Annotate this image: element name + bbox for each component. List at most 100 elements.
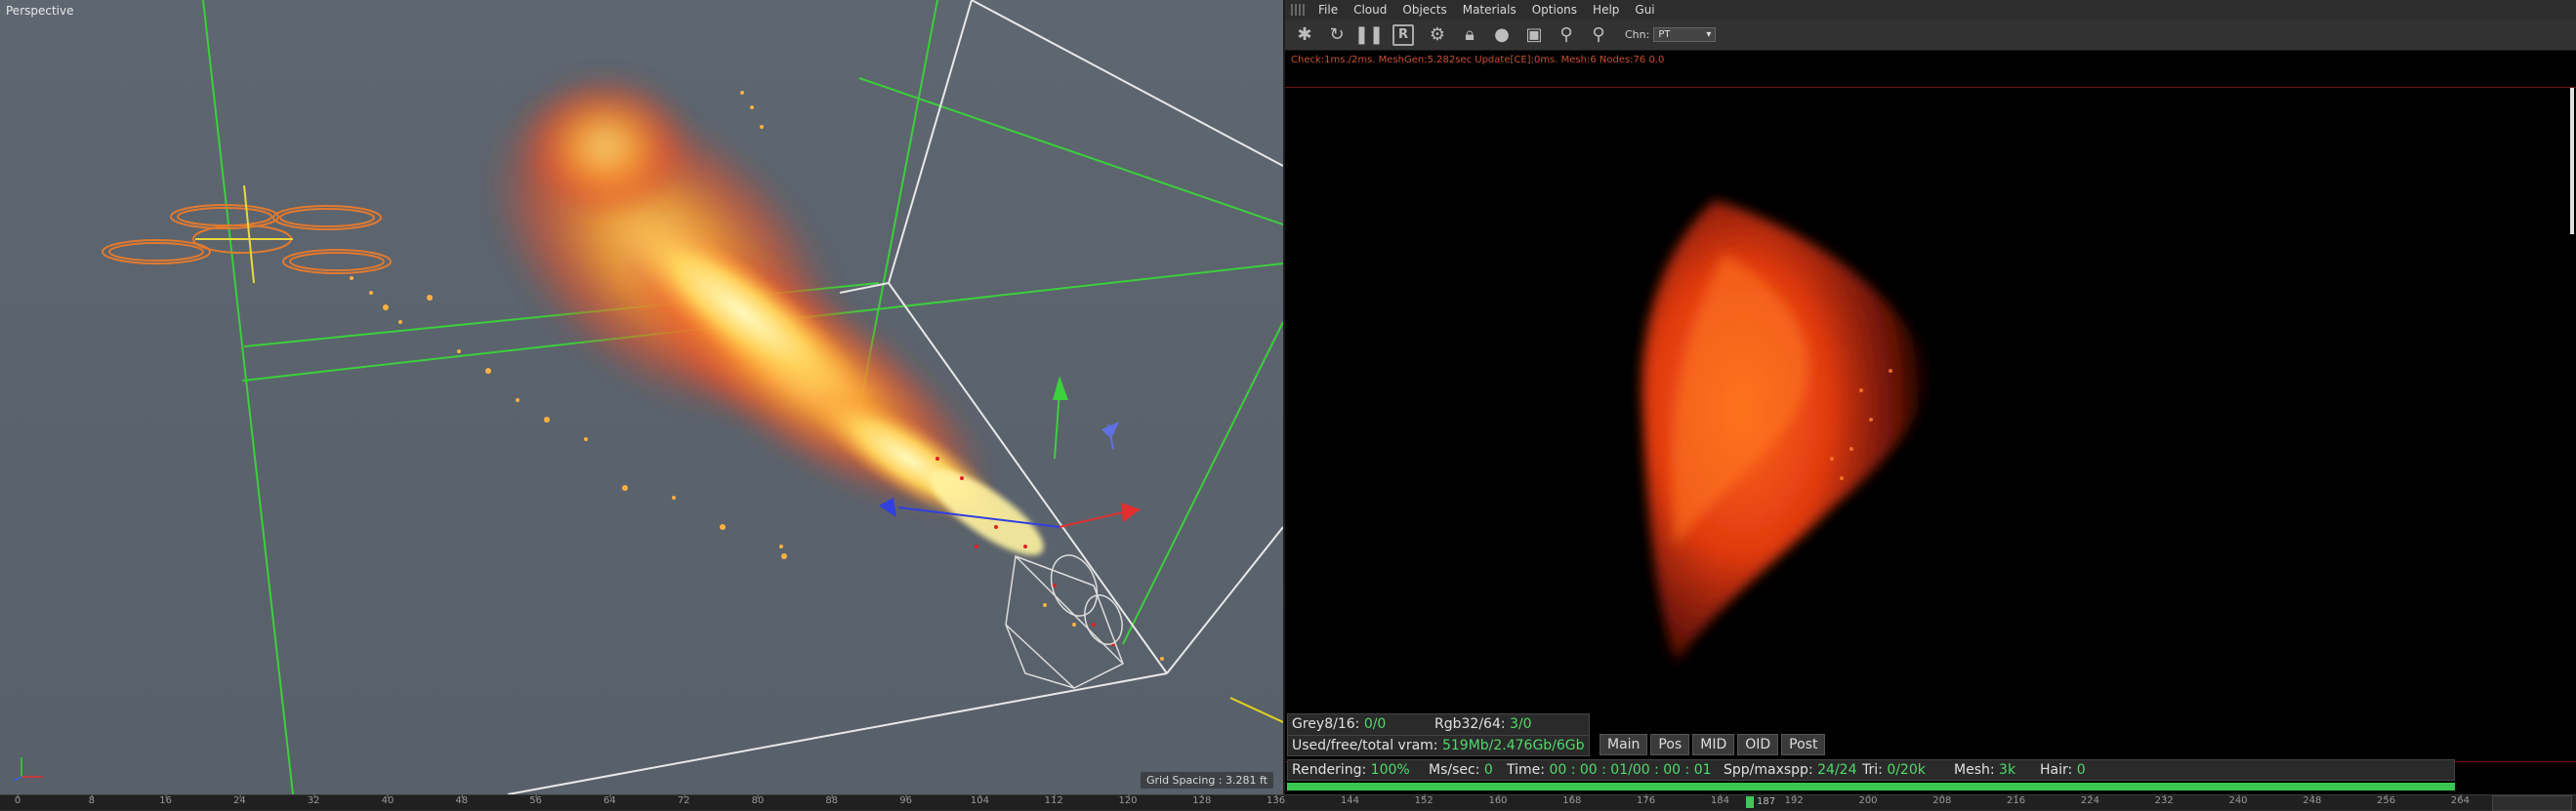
- timeline-tick: 232: [2154, 794, 2174, 806]
- ms-value: 0: [1483, 762, 1493, 778]
- pass-tab-mid[interactable]: MID: [1692, 734, 1735, 755]
- chevron-down-icon: ▾: [1706, 29, 1712, 40]
- timeline-tick: 112: [1044, 794, 1063, 806]
- region-render-icon[interactable]: R: [1392, 23, 1414, 46]
- timeline-tick: 248: [2303, 794, 2322, 806]
- render-stats-bar: Rendering: 100% Ms/sec: 0 Time: 00 : 00 …: [1287, 759, 2455, 781]
- grey-value: 0/0: [1363, 716, 1387, 732]
- timeline-tick: 224: [2080, 794, 2099, 806]
- rendering-stat: Rendering: 100%: [1292, 760, 1410, 780]
- pass-tab-post[interactable]: Post: [1781, 734, 1826, 755]
- pick-focus-icon[interactable]: ⚲: [1553, 21, 1580, 49]
- viewport-label[interactable]: Perspective: [6, 4, 74, 18]
- timeline-tick: 208: [1932, 794, 1952, 806]
- timeline-tick: 160: [1488, 794, 1508, 806]
- drone-axis: [195, 184, 293, 284]
- live-viewer-panel: File Cloud Objects Materials Options Hel…: [1285, 0, 2576, 794]
- pass-tab-oid[interactable]: OID: [1737, 734, 1779, 755]
- grip-icon[interactable]: [1291, 4, 1305, 16]
- menu-materials[interactable]: Materials: [1455, 3, 1524, 17]
- mesh-value: 3k: [1999, 762, 2016, 778]
- timeline-ruler[interactable]: 0 8 16 24 32 40 48 56 64 72 80 88 96 104 112 120 128 136 1…: [0, 794, 2576, 811]
- grey-label: Grey8/16:: [1292, 716, 1360, 732]
- timeline-tick: 144: [1340, 794, 1359, 806]
- axis-orientation-icon: [14, 757, 43, 782]
- ms-stat: Ms/sec: 0: [1429, 760, 1493, 780]
- timeline-tick: 56: [529, 794, 542, 806]
- lock-icon[interactable]: 🔒︎: [1456, 21, 1483, 49]
- timeline-tick: 264: [2450, 794, 2470, 806]
- channel-select[interactable]: PT ▾: [1653, 27, 1717, 42]
- pass-tab-pos[interactable]: Pos: [1650, 734, 1690, 755]
- timeline-tick: 24: [233, 794, 246, 806]
- menu-gui[interactable]: Gui: [1627, 3, 1662, 17]
- grid-spacing-readout: Grid Spacing : 3.281 ft: [1140, 772, 1273, 789]
- refresh-icon[interactable]: ↻: [1323, 21, 1350, 49]
- menu-help[interactable]: Help: [1585, 3, 1627, 17]
- rgb-value: 3/0: [1510, 716, 1532, 732]
- current-frame-marker[interactable]: [1746, 796, 1754, 808]
- timeline-tick: 240: [2228, 794, 2248, 806]
- timeline-tick: 128: [1192, 794, 1212, 806]
- emitter-mesh: [1005, 554, 1124, 689]
- menu-objects[interactable]: Objects: [1394, 3, 1454, 17]
- pass-tab-main[interactable]: Main: [1600, 734, 1648, 755]
- toolbar: ✱ ↻ ❚❚ R ⚙ 🔒︎ ● ▣ ⚲ ⚲ Chn: PT ▾: [1285, 20, 2576, 51]
- menu-file[interactable]: File: [1310, 3, 1346, 17]
- timeline-tick: 96: [899, 794, 912, 806]
- pick-material-icon[interactable]: ⚲: [1585, 21, 1612, 49]
- timeline-tick: 216: [2007, 794, 2026, 806]
- tri-stat: Tri: 0/20k: [1862, 760, 1926, 780]
- timeline-tick: 256: [2377, 794, 2396, 806]
- timeline-tick: 0: [14, 794, 21, 806]
- channel-value: PT: [1658, 29, 1671, 40]
- timeline-tick: 192: [1784, 794, 1804, 806]
- scene-view: [102, 0, 1283, 794]
- timeline-tick: 48: [455, 794, 469, 806]
- spp-label: Spp/maxspp:: [1724, 762, 1813, 778]
- mesh-label: Mesh:: [1954, 762, 1995, 778]
- timeline-tick: 168: [1562, 794, 1582, 806]
- timeline-tick: 200: [1858, 794, 1878, 806]
- render-output: [1641, 200, 1928, 664]
- timeline-tick: 120: [1118, 794, 1138, 806]
- timeline-tick: 104: [970, 794, 989, 806]
- timeline-tick: 8: [88, 794, 95, 806]
- menu-cloud[interactable]: Cloud: [1346, 3, 1394, 17]
- spp-value: 24/24: [1817, 762, 1857, 778]
- vertical-scrollbar[interactable]: [2570, 88, 2574, 234]
- timeline-tick: 16: [159, 794, 172, 806]
- rendering-value: 100%: [1370, 762, 1410, 778]
- timeline-tick: 32: [307, 794, 320, 806]
- perspective-viewport[interactable]: Perspective Grid Spacing : 3.281 ft: [0, 0, 1285, 794]
- rgb-label: Rgb32/64:: [1434, 716, 1506, 732]
- timeline-tick: 152: [1414, 794, 1433, 806]
- settings-gear-icon[interactable]: ⚙: [1424, 21, 1451, 49]
- send-scene-gear-icon[interactable]: ✱: [1291, 21, 1318, 49]
- timeline-tick: 88: [825, 794, 839, 806]
- render-progress-bar: [1287, 783, 2455, 791]
- film-region-icon[interactable]: ▣: [1520, 21, 1548, 49]
- pause-icon[interactable]: ❚❚: [1354, 21, 1384, 49]
- mesh-stat: Mesh: 3k: [1954, 760, 2015, 780]
- spp-stat: Spp/maxspp: 24/24: [1724, 760, 1856, 780]
- rendering-label: Rendering:: [1292, 762, 1367, 778]
- vram-label: Used/free/total vram:: [1292, 738, 1438, 753]
- time-label: Time:: [1507, 762, 1545, 778]
- render-pass-tabs: Main Pos MID OID Post: [1600, 734, 1828, 755]
- render-region-top-line: [1285, 87, 2576, 88]
- timeline-tick: 64: [603, 794, 616, 806]
- tri-value: 0/20k: [1887, 762, 1926, 778]
- menu-options[interactable]: Options: [1524, 3, 1585, 17]
- vram-value: 519Mb/2.476Gb/6Gb: [1441, 738, 1585, 753]
- timeline-tick: 80: [751, 794, 765, 806]
- timeline-tick: 72: [677, 794, 690, 806]
- current-frame-label: 187: [1757, 796, 1776, 807]
- ms-label: Ms/sec:: [1429, 762, 1480, 778]
- time-value: 00 : 00 : 01/00 : 00 : 01: [1549, 762, 1712, 778]
- hair-stat: Hair: 0: [2040, 760, 2086, 780]
- channel-label: Chn:: [1625, 28, 1650, 41]
- material-sphere-icon[interactable]: ●: [1488, 21, 1516, 49]
- status-line: Check:1ms./2ms. MeshGen:5.282sec Update[…: [1291, 55, 1665, 65]
- timeline-tick: 184: [1710, 794, 1729, 806]
